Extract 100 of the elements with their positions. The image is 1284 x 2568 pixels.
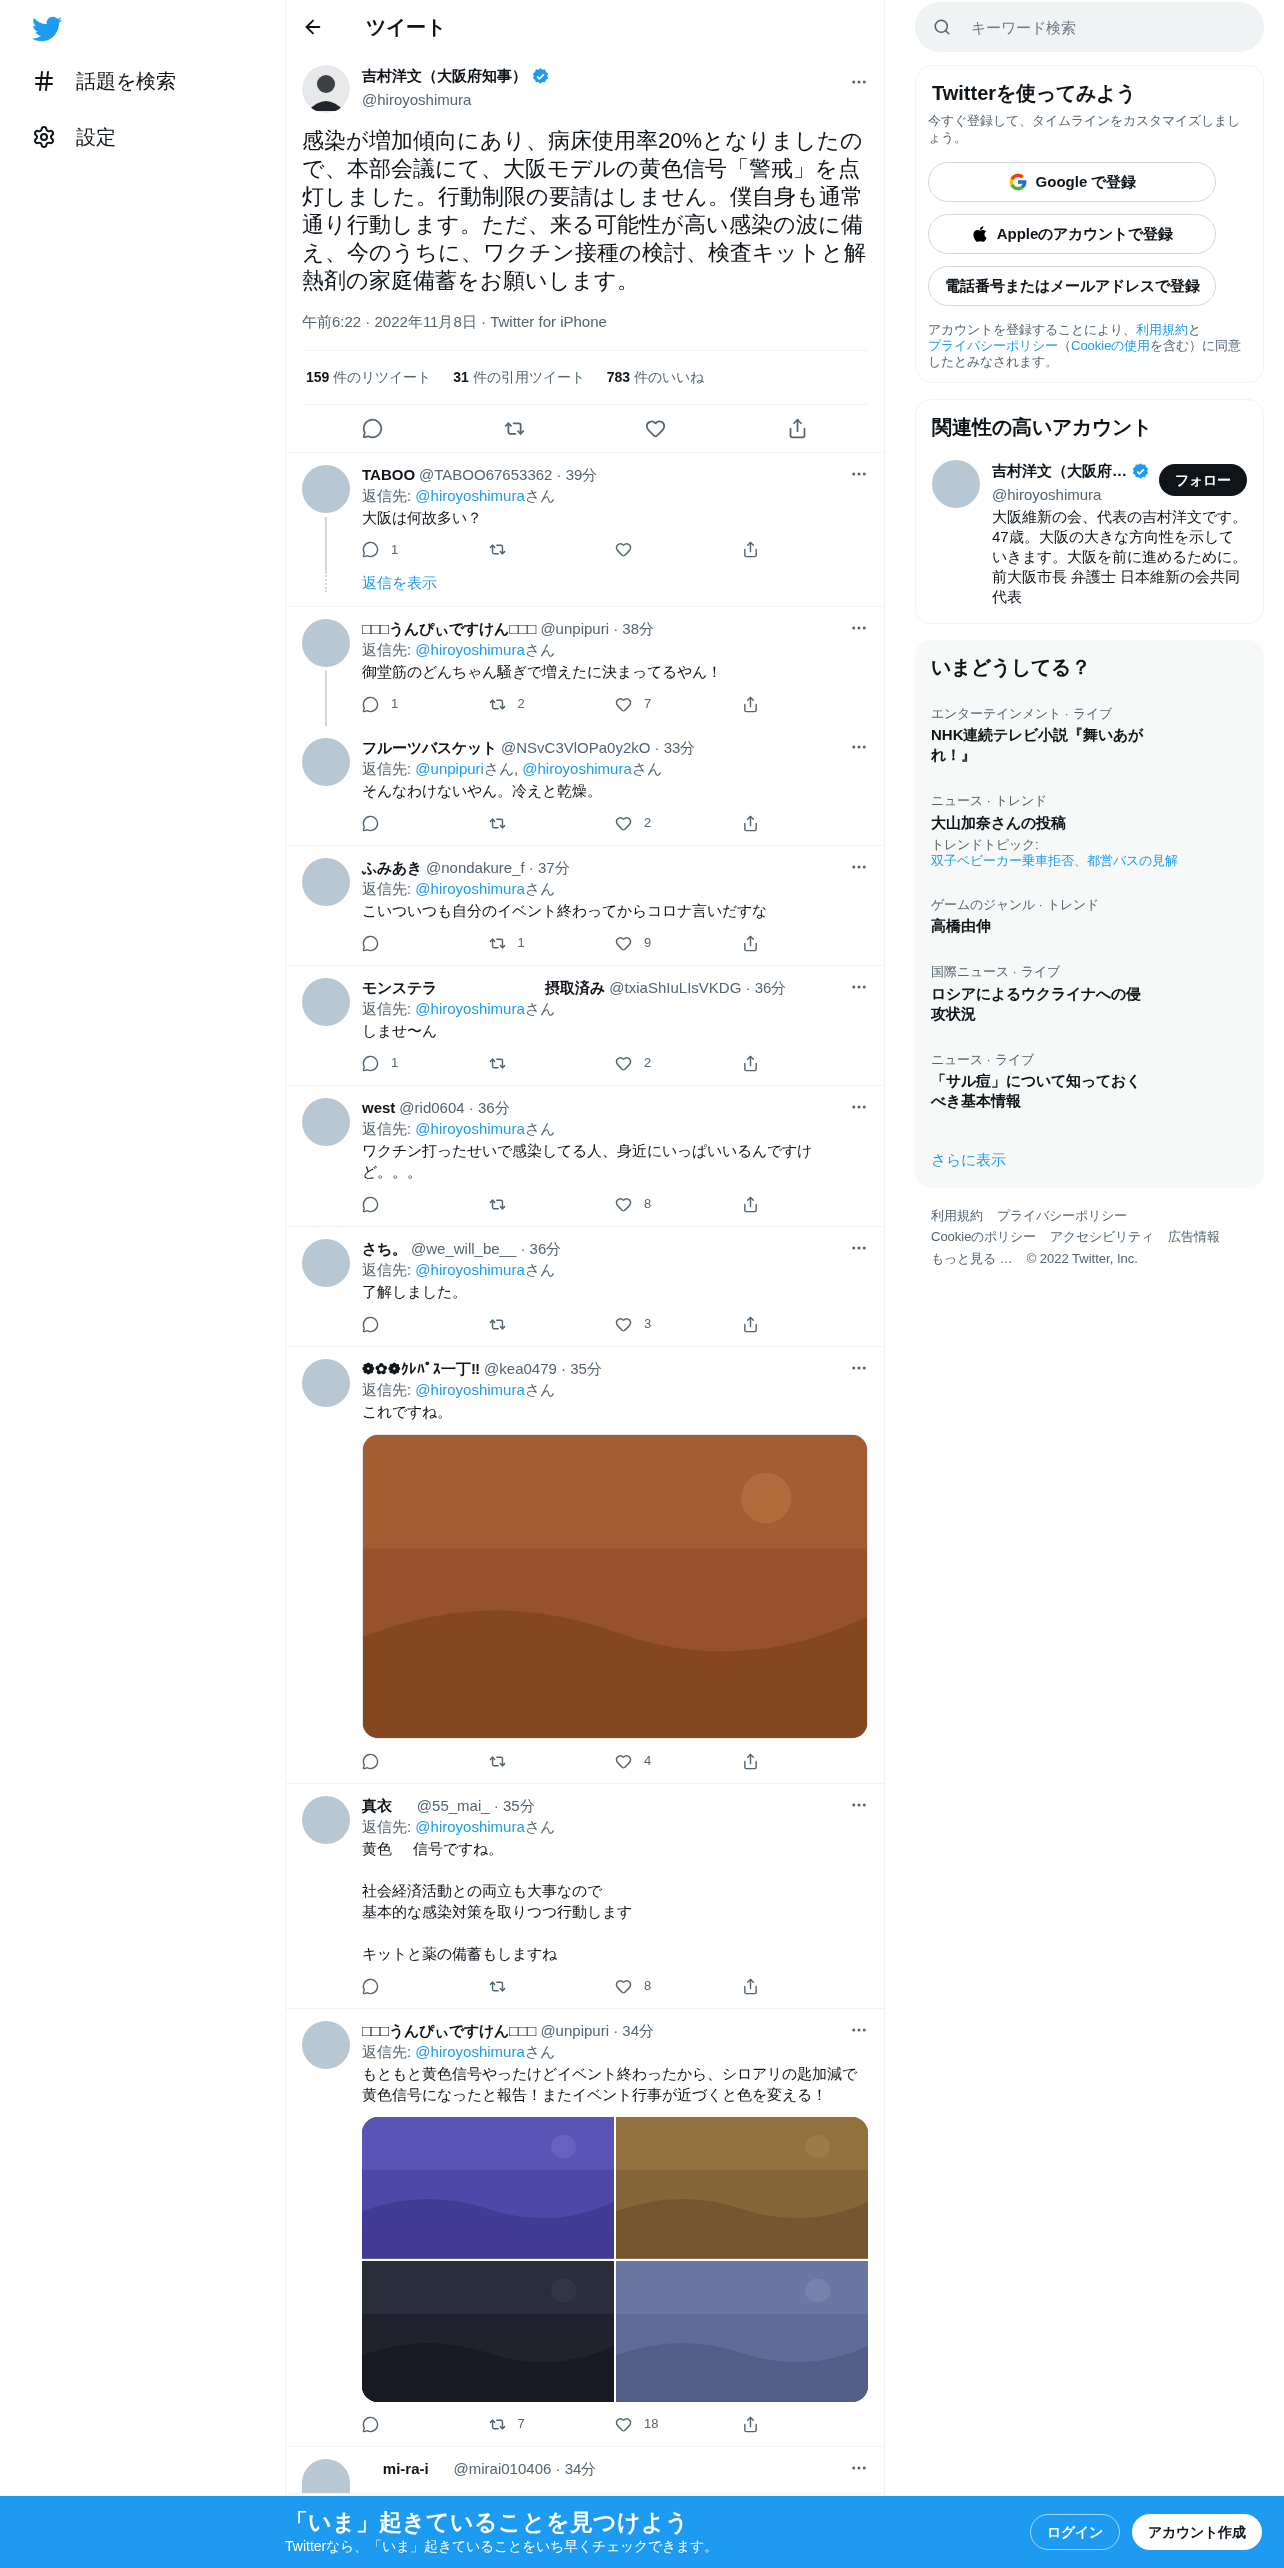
share-icon[interactable] [741, 1315, 759, 1333]
trend-item[interactable]: ゲームのジャンル · トレンド 高橋由伸 [931, 894, 1248, 936]
action-count: 4 [644, 1752, 652, 1771]
share-icon[interactable] [741, 1195, 759, 1213]
like-icon[interactable] [615, 934, 632, 952]
share-icon[interactable] [741, 695, 759, 713]
user-name[interactable]: □□□うんぴぃですけん□□□ [362, 2021, 537, 2041]
footer-link[interactable]: プライバシーポリシー [997, 1205, 1127, 1225]
reply-icon[interactable] [362, 934, 379, 952]
action-count: 2 [644, 814, 652, 833]
reply-icon[interactable] [362, 1977, 379, 1995]
reply-icon[interactable] [362, 417, 384, 439]
user-name[interactable]: □□□うんぴぃですけん□□□ [362, 619, 537, 639]
avatar[interactable] [302, 65, 350, 113]
hash-icon[interactable] [32, 69, 56, 93]
like-icon[interactable] [615, 1054, 632, 1072]
reply-icon[interactable] [362, 695, 379, 713]
bird-icon[interactable] [32, 14, 62, 44]
nav-item[interactable]: 話題を検索 [32, 62, 285, 100]
reply-text: 基本的な感染対策を取りつつ行動します [362, 1902, 633, 1922]
like-icon[interactable] [615, 541, 632, 558]
reply-icon[interactable] [362, 1054, 379, 1072]
handle-and-time: @TABOO67653362 · 39分 [419, 464, 598, 485]
share-icon[interactable] [741, 1054, 759, 1072]
footer-link[interactable]: © 2022 Twitter, Inc. [1026, 1248, 1138, 1268]
user-name[interactable]: west [362, 1098, 396, 1118]
like-icon[interactable] [615, 1977, 632, 1995]
settings-icon[interactable] [32, 125, 56, 149]
share-icon[interactable] [741, 1752, 759, 1770]
like-icon[interactable] [615, 1195, 632, 1213]
reply-icon[interactable] [362, 1315, 379, 1333]
action-count: 1 [391, 540, 399, 559]
trend-item[interactable]: 国際ニュース · ライブ ロシアによるウクライナへの侵攻状況 [931, 962, 1248, 1024]
action-count: 8 [644, 1977, 652, 1996]
trend-item[interactable]: ニュース · トレンド 大山加奈さんの投稿 トレンドトピック: 双子ベビーカー乗車拒否、都営バスの見解 [931, 791, 1248, 869]
footer-link[interactable]: もっと見る … [931, 1248, 1013, 1268]
like-icon[interactable] [615, 1315, 632, 1333]
reply-icon[interactable] [362, 814, 379, 832]
reply-to-text: 返信先: @hiroyoshimuraさん [362, 2042, 556, 2062]
share-icon[interactable] [741, 1977, 759, 1995]
user-name[interactable]: ❁✿❁ｸﾚﾊﾟｽ一丁‼ [362, 1359, 481, 1379]
user-name[interactable]: TABOO [362, 464, 416, 485]
user-name[interactable]: ふみあき [362, 858, 422, 878]
reply-text: 黄色 信号ですね。 [362, 1839, 504, 1859]
handle-and-time: @txiaShIuLIsVKDG · 36分 [609, 978, 787, 998]
handle-and-time: @NSvC3VlOPa0y2kO · 33分 [501, 738, 696, 758]
footer-link[interactable]: 広告情報 [1168, 1227, 1221, 1247]
share-icon[interactable] [741, 2415, 759, 2433]
trend-item[interactable]: エンターテインメント · ライブ NHK連続テレビ小説『舞いあがれ！』 [931, 703, 1248, 765]
reply-text: 了解しました。 [362, 1282, 468, 1302]
banner-subtitle: Twitterなら、「いま」起きていることをいち早くチェックできます。 [285, 2536, 720, 2556]
reply-to-text: 返信先: @unpipuriさん, @hiroyoshimuraさん [362, 759, 663, 779]
action-count: 1 [391, 1054, 399, 1073]
action-count: 7 [517, 2415, 525, 2434]
user-name[interactable]: モンステラ 摂取済み [362, 978, 606, 998]
card-title: 関連性の高いアカウント [932, 415, 1153, 440]
search-field[interactable]: キーワード検索 [915, 2, 1264, 52]
like-icon[interactable] [615, 1752, 632, 1770]
stat-link[interactable]: 159 件のリツイート [306, 366, 432, 388]
reply-text: そんなわけないやん。冷えと乾燥。 [362, 781, 603, 801]
reply-text: もともと黄色信号やったけどイベント終わったから、シロアリの匙加減で黄色信号になったと報告！またイベント行事が近づくと色を変える！ [362, 2064, 858, 2105]
like-icon[interactable] [615, 814, 632, 832]
search-icon [933, 18, 951, 36]
reply-to-text: 返信先: @hiroyoshimuraさん [362, 1260, 556, 1280]
reply-icon[interactable] [362, 1195, 379, 1213]
handle-and-time: @unpipuri · 38分 [540, 619, 654, 639]
action-count: 8 [644, 1195, 652, 1214]
reply-to-text: 返信先: @hiroyoshimuraさん [362, 999, 556, 1019]
user-handle: @hiroyoshimura [362, 90, 472, 108]
trend-item[interactable]: ニュース · ライブ 「サル痘」について知っておくべき基本情報 [931, 1049, 1248, 1111]
share-icon[interactable] [741, 814, 759, 832]
footer-link[interactable]: 利用規約 [931, 1205, 983, 1225]
signup-button[interactable]: アカウント作成 [1132, 2514, 1262, 2550]
user-name[interactable]: mi-ra-i [362, 2459, 450, 2479]
like-icon[interactable] [615, 2415, 632, 2433]
tweet-timestamp: 午前6:22 · 2022年11月8日 · Twitter for iPhone [302, 312, 608, 332]
action-count: 18 [644, 2415, 659, 2434]
user-name[interactable]: 真衣 [362, 1796, 413, 1816]
like-icon[interactable] [615, 695, 632, 713]
reply-to-text: 返信先: @hiroyoshimuraさん [362, 1817, 556, 1837]
user-name[interactable]: 吉村洋文（大阪府知事） [362, 65, 527, 88]
share-icon[interactable] [741, 541, 759, 558]
footer-link[interactable]: Cookieのポリシー [931, 1227, 1037, 1247]
stat-link[interactable]: 783 件のいいね [606, 366, 704, 388]
reply-to-text: 返信先: @hiroyoshimuraさん [362, 1119, 556, 1139]
user-name[interactable]: さち。 [362, 1239, 407, 1259]
follow-button[interactable]: フォロー [1159, 464, 1247, 496]
nav-item[interactable]: 設定 [32, 118, 285, 156]
user-handle: @hiroyoshimura [992, 485, 1102, 503]
share-icon[interactable] [741, 934, 759, 952]
reply-to-text: 返信先: @hiroyoshimuraさん [362, 879, 556, 899]
user-name[interactable]: フルーツバスケット [362, 738, 497, 758]
stat-link[interactable]: 31 件の引用ツイート [453, 366, 585, 388]
action-count: 3 [644, 1315, 652, 1334]
user-name[interactable]: 吉村洋文（大阪府… [992, 460, 1127, 483]
reply-text: 大阪は何故多い？ [362, 507, 483, 528]
reply-icon[interactable] [362, 2415, 379, 2433]
reply-icon[interactable] [362, 1752, 379, 1770]
reply-icon[interactable] [362, 541, 379, 558]
footer-link[interactable]: アクセシビリティ [1050, 1227, 1155, 1247]
